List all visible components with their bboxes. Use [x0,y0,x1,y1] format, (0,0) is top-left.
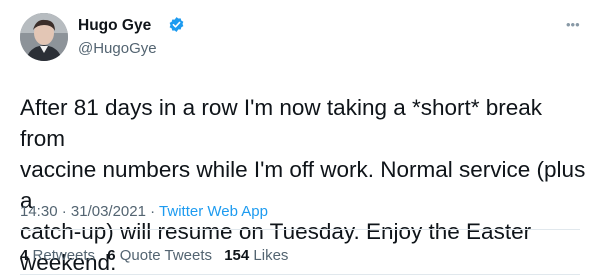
tweet-date[interactable]: 31/03/2021 [71,203,146,220]
engagement-stats: 4 Retweets 6 Quote Tweets 154 Likes [20,247,296,264]
quote-tweets-count: 6 [107,247,116,264]
likes-stat[interactable]: 154 Likes [224,247,288,264]
quote-tweets-label: Quote Tweets [119,247,213,264]
avatar[interactable] [20,13,68,61]
profile-photo-icon [20,13,68,61]
divider [20,229,580,230]
likes-label: Likes [253,247,289,264]
likes-count: 154 [224,247,250,264]
meta-separator: · [57,203,71,220]
retweets-stat[interactable]: 4 Retweets [20,247,95,264]
tweet-time[interactable]: 14:30 [20,203,58,220]
tweet-meta: 14:30 · 31/03/2021 · Twitter Web App [20,203,268,220]
handle[interactable]: @HugoGye [78,40,157,57]
more-horizontal-icon[interactable]: ••• [566,18,580,31]
verified-badge-icon [169,17,184,32]
retweets-count: 4 [20,247,29,264]
meta-separator: · [145,203,160,220]
tweet-card: Hugo Gye @HugoGye ••• After 81 days in a… [0,0,600,276]
display-name[interactable]: Hugo Gye [78,17,151,35]
divider [20,274,580,275]
retweets-label: Retweets [32,247,96,264]
source-app-link[interactable]: Twitter Web App [159,203,268,220]
quote-tweets-stat[interactable]: 6 Quote Tweets [107,247,212,264]
